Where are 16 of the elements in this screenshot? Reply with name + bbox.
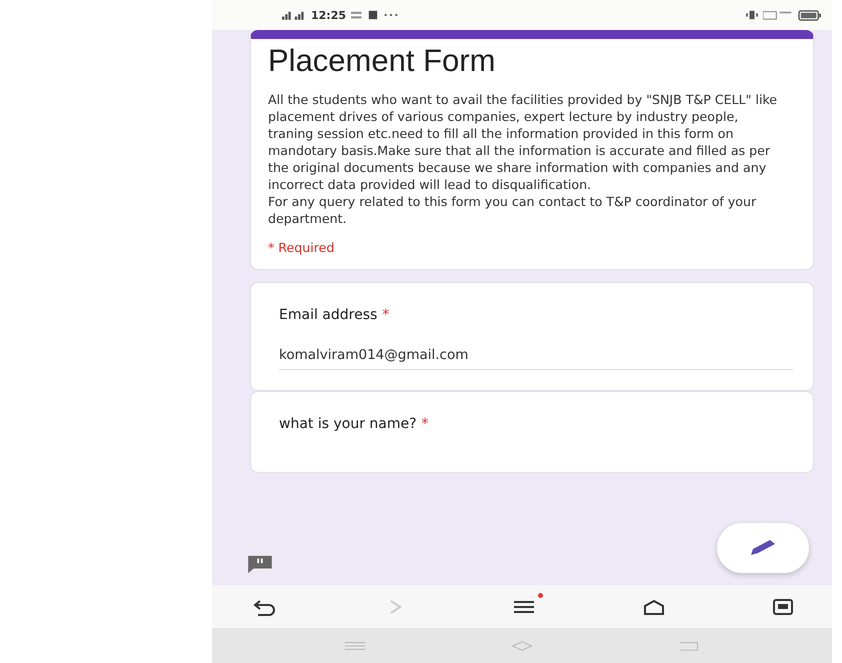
required-note: * Required <box>268 240 336 255</box>
vibrate-icon <box>746 10 758 20</box>
required-mark: * <box>422 416 429 432</box>
answer-field[interactable]: komalviram014@gmail.com <box>279 345 793 370</box>
signal-icon <box>282 10 306 20</box>
edit-button[interactable] <box>717 523 809 573</box>
network-icon <box>763 10 793 20</box>
question-label: what is your name? <box>279 416 417 432</box>
form-description: All the students who want to avail the facilities provided by "SNJB T&P CELL" like placement drives of various companies, expert lecture by industry people, traning session etc.need to fill all the information provided in this form on mandotary basis.Make sure that all the information is accurate and filled as per the original documents because we share information with companies and any incorrect data provided will lead to disqualification. For any query related to this form you can contact to T&P coordinator of your department. <box>268 91 778 227</box>
form-title: Placement Form <box>268 43 496 79</box>
required-mark: * <box>382 307 390 323</box>
tabs-icon[interactable] <box>770 596 796 616</box>
clock-time: 12:25 <box>311 8 346 22</box>
more-icon <box>383 13 400 17</box>
question-label: Email address <box>279 307 378 323</box>
battery-icon <box>798 10 822 20</box>
